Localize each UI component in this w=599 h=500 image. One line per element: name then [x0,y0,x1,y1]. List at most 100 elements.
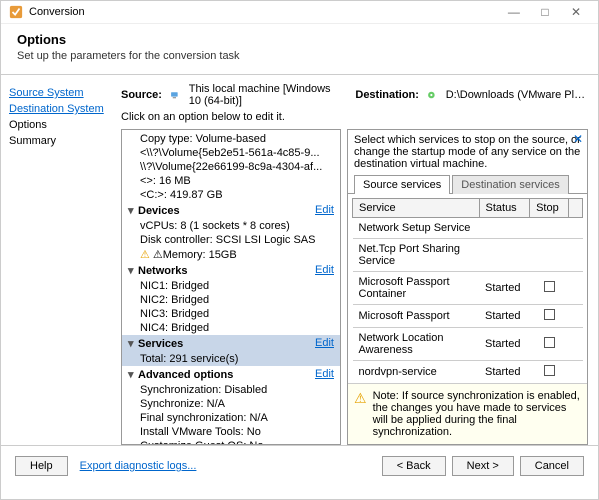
tree-row[interactable]: \\?\Volume{22e66199-8c9a-4304-af... [122,160,340,174]
cancel-button[interactable]: Cancel [520,456,584,476]
tree-section-services[interactable]: ▾ServicesEdit [122,335,340,352]
sidebar-item-options[interactable]: Options [9,117,113,133]
page-title: Options [17,32,582,47]
service-name: Net.Tcp Port Sharing Service [353,239,480,272]
sync-note: ⚠ Note: If source synchronization is ena… [348,383,587,444]
tree-row[interactable]: Copy type: Volume-based [122,132,340,146]
tree-row[interactable]: Install VMware Tools: No [122,425,340,439]
tab-source-services[interactable]: Source services [354,175,450,194]
window-title: Conversion [29,6,85,18]
export-logs-link[interactable]: Export diagnostic logs... [80,460,197,472]
edit-link[interactable]: Edit [315,204,334,217]
warning-icon: ⚠ [354,390,367,407]
tab-destination-services[interactable]: Destination services [452,175,568,194]
service-stop-cell[interactable] [530,305,569,328]
source-dest-bar: Source: This local machine [Windows 10 (… [121,83,588,107]
chevron-down-icon: ▾ [128,204,138,217]
services-intro: Select which services to stop on the sou… [348,130,587,174]
tree-section-devices[interactable]: ▾DevicesEdit [122,202,340,219]
scrollbar-header [569,199,583,218]
sidebar-item-source-system[interactable]: Source System [9,85,113,101]
tree-row[interactable]: <C:>: 419.87 GB [122,188,340,202]
next-button[interactable]: Next > [452,456,514,476]
app-icon [9,5,23,19]
tree-row[interactable]: Total: 291 service(s) [122,352,340,366]
service-row[interactable]: nordvpn-serviceStarted [353,361,583,380]
service-status: Started [479,272,530,305]
note-text: Note: If source synchronization is enabl… [373,390,581,438]
chevron-down-icon: ▾ [128,337,138,350]
tree-row[interactable]: NIC3: Bridged [122,307,340,321]
stop-checkbox[interactable] [544,309,555,320]
chevron-down-icon: ▾ [128,264,138,277]
service-name: nordvpn-service [353,361,480,380]
disk-icon [427,89,436,101]
sidebar: Source System Destination System Options… [1,75,121,445]
tree-row[interactable]: Synchronize: N/A [122,397,340,411]
tree-row[interactable]: <\\?\Volume{5eb2e51-561a-4c85-9... [122,146,340,160]
stop-checkbox[interactable] [544,337,555,348]
sidebar-item-destination-system[interactable]: Destination System [9,101,113,117]
stop-checkbox[interactable] [544,281,555,292]
service-row[interactable]: Microsoft PassportStarted [353,305,583,328]
edit-link[interactable]: Edit [315,264,334,277]
chevron-down-icon: ▾ [128,368,138,381]
footer: Help Export diagnostic logs... < Back Ne… [1,445,598,486]
maximize-button[interactable]: □ [531,5,559,19]
close-button[interactable]: ✕ [562,5,590,19]
services-panel: ✕ Select which services to stop on the s… [347,129,588,445]
service-row[interactable]: Network Location AwarenessStarted [353,328,583,361]
service-name: Microsoft Passport [353,305,480,328]
tree-section-advanced[interactable]: ▾Advanced optionsEdit [122,366,340,383]
service-row[interactable]: Network Setup Service [353,218,583,239]
col-service[interactable]: Service [353,199,480,218]
computer-icon [170,89,179,101]
service-name: Microsoft Passport Container [353,272,480,305]
edit-link[interactable]: Edit [315,337,334,350]
tree-row[interactable]: NIC1: Bridged [122,279,340,293]
tree-row[interactable]: NIC2: Bridged [122,293,340,307]
service-status: Started [479,328,530,361]
source-value: This local machine [Windows 10 (64-bit)] [189,83,334,107]
tree-section-networks[interactable]: ▾NetworksEdit [122,262,340,279]
service-status: Started [479,305,530,328]
minimize-button[interactable]: — [500,5,528,19]
edit-hint: Click on an option below to edit it. [121,111,588,123]
services-table: Service Status Stop Network Setup Servic… [352,198,583,379]
source-label: Source: [121,89,162,101]
service-status [479,239,530,272]
service-status [479,218,530,239]
page-subtitle: Set up the parameters for the conversion… [17,50,582,62]
tree-row[interactable]: Customize Guest OS: No [122,439,340,445]
col-status[interactable]: Status [479,199,530,218]
service-stop-cell[interactable] [530,361,569,380]
col-stop[interactable]: Stop [530,199,569,218]
tree-row[interactable]: NIC4: Bridged [122,321,340,335]
tree-row[interactable]: <>: 16 MB [122,174,340,188]
sidebar-item-summary[interactable]: Summary [9,133,113,149]
panel-close-icon[interactable]: ✕ [573,132,583,146]
tree-row[interactable]: Disk controller: SCSI LSI Logic SAS [122,233,340,247]
edit-link[interactable]: Edit [315,368,334,381]
back-button[interactable]: < Back [382,456,446,476]
dest-label: Destination: [355,89,419,101]
service-status: Started [479,361,530,380]
tree-row[interactable]: Synchronization: Disabled [122,383,340,397]
dest-value: D:\Downloads (VMware Player 7.x/12.x) [446,89,588,101]
service-stop-cell[interactable] [530,239,569,272]
tree-row[interactable]: Final synchronization: N/A [122,411,340,425]
tree-row[interactable]: vCPUs: 8 (1 sockets * 8 cores) [122,219,340,233]
service-stop-cell[interactable] [530,272,569,305]
service-name: Network Setup Service [353,218,480,239]
tree-row-warn[interactable]: ⚠Memory: 15GB [122,247,340,262]
stop-checkbox[interactable] [544,365,555,376]
service-stop-cell[interactable] [530,328,569,361]
service-row[interactable]: Net.Tcp Port Sharing Service [353,239,583,272]
service-stop-cell[interactable] [530,218,569,239]
titlebar: Conversion — □ ✕ [1,1,598,24]
service-row[interactable]: Microsoft Passport ContainerStarted [353,272,583,305]
header: Options Set up the parameters for the co… [1,24,598,75]
options-tree[interactable]: Copy type: Volume-based <\\?\Volume{5eb2… [121,129,341,445]
help-button[interactable]: Help [15,456,68,476]
service-name: Network Location Awareness [353,328,480,361]
